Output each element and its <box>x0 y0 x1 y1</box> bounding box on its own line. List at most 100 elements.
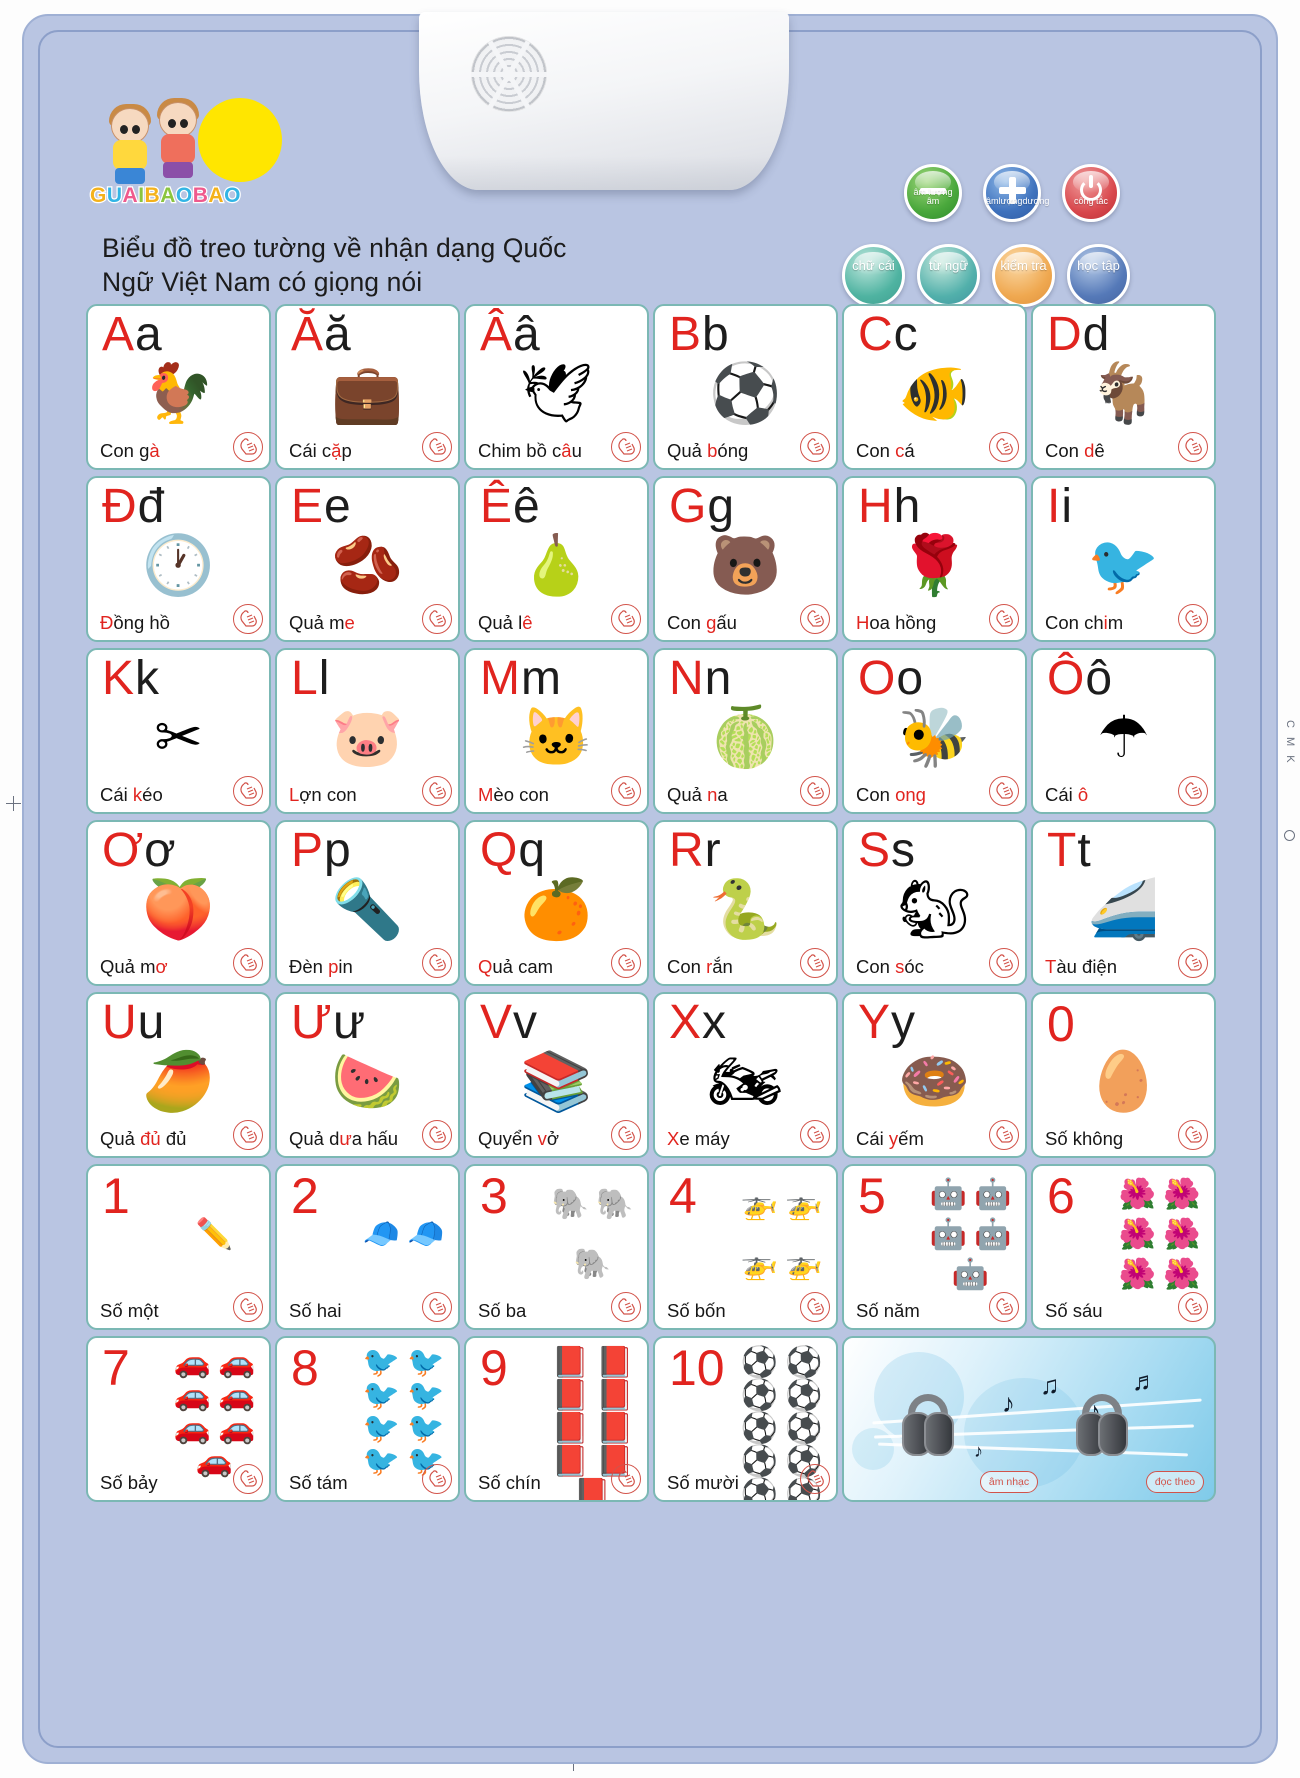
number-card[interactable]: 5 🤖 🤖 🤖 🤖 🤖 Số năm <box>842 1164 1027 1330</box>
number-card[interactable]: 9 📕 📕 📕 📕 📕 📕 📕 📕 📕 Số chín <box>464 1336 649 1502</box>
number-card[interactable]: 6 🌺 🌺 🌺 🌺 🌺 🌺 Số sáu <box>1031 1164 1216 1330</box>
card-number: 6 <box>1047 1168 1075 1224</box>
hand-touch-icon[interactable] <box>1178 1292 1208 1322</box>
hand-touch-icon[interactable] <box>989 604 1019 634</box>
letter-card[interactable]: Bb ⚽ Quả bóng <box>653 304 838 470</box>
letter-card[interactable]: Gg 🐻 Con gấu <box>653 476 838 642</box>
logo-wordmark: GUAIBAOBAO <box>89 183 242 209</box>
hand-touch-icon[interactable] <box>989 948 1019 978</box>
letter-card[interactable]: Ii 🐦 Con chim <box>1031 476 1216 642</box>
hand-touch-icon[interactable] <box>1178 604 1208 634</box>
hand-touch-icon[interactable] <box>1178 432 1208 462</box>
number-card[interactable]: 8 🐦 🐦 🐦 🐦 🐦 🐦 🐦 🐦 Số tám <box>275 1336 460 1502</box>
hand-touch-icon[interactable] <box>611 604 641 634</box>
hand-touch-icon[interactable] <box>422 1464 452 1494</box>
hand-touch-icon[interactable] <box>422 776 452 806</box>
letter-card[interactable]: Tt 🚄 Tàu điện <box>1031 820 1216 986</box>
hand-touch-icon[interactable] <box>233 948 263 978</box>
hand-touch-icon[interactable] <box>233 1120 263 1150</box>
hand-touch-icon[interactable] <box>800 948 830 978</box>
picture-goldfish: 🐠 <box>898 361 971 426</box>
letter-card[interactable]: Oo 🐝 Con ong <box>842 648 1027 814</box>
hand-touch-icon[interactable] <box>233 432 263 462</box>
hand-touch-icon[interactable] <box>611 1464 641 1494</box>
letter-card[interactable]: Hh 🌹 Hoa hồng <box>842 476 1027 642</box>
hand-touch-icon[interactable] <box>611 1292 641 1322</box>
mode-button-letters[interactable]: chữ cái <box>842 244 905 307</box>
number-card[interactable]: 10 ⚽ ⚽ ⚽ ⚽ ⚽ ⚽ ⚽ ⚽ ⚽ ⚽ Số mười <box>653 1336 838 1502</box>
volume-up-button[interactable]: âmlượngdương <box>983 164 1049 222</box>
registration-mark-left <box>6 796 21 811</box>
hand-touch-icon[interactable] <box>989 776 1019 806</box>
letter-card[interactable]: Ôô ☂ Cái ô <box>1031 648 1216 814</box>
hand-touch-icon[interactable] <box>611 776 641 806</box>
hand-touch-icon[interactable] <box>989 432 1019 462</box>
hand-touch-icon[interactable] <box>611 1120 641 1150</box>
card-picture: ✏️ <box>160 1174 269 1296</box>
hand-touch-icon[interactable] <box>233 1464 263 1494</box>
letter-card[interactable]: 0 🥚 Số không <box>1031 992 1216 1158</box>
letter-card[interactable]: Ââ 🕊 Chim bồ câu <box>464 304 649 470</box>
hand-touch-icon[interactable] <box>422 1292 452 1322</box>
letter-card[interactable]: Vv 📚 Quyển vở <box>464 992 649 1158</box>
letter-card[interactable]: Dd 🐐 Con dê <box>1031 304 1216 470</box>
hand-touch-icon[interactable] <box>611 948 641 978</box>
mode-button-study[interactable]: học tập <box>1067 244 1130 307</box>
count-glyph: 🌺 <box>1118 1177 1156 1211</box>
hand-touch-icon[interactable] <box>233 604 263 634</box>
hand-touch-icon[interactable] <box>1178 1120 1208 1150</box>
letter-card[interactable]: Ll 🐷 Lợn con <box>275 648 460 814</box>
number-card[interactable]: 2 🧢 🧢 Số hai <box>275 1164 460 1330</box>
hand-touch-icon[interactable] <box>233 1292 263 1322</box>
hand-touch-icon[interactable] <box>422 604 452 634</box>
music-mode-label[interactable]: âm nhạc <box>980 1471 1038 1493</box>
number-card[interactable]: 7 🚗 🚗 🚗 🚗 🚗 🚗 🚗 Số bảy <box>86 1336 271 1502</box>
number-card[interactable]: 4 🚁 🚁 🚁 🚁 Số bốn <box>653 1164 838 1330</box>
letter-card[interactable]: Nn 🍈 Quả na <box>653 648 838 814</box>
letter-card[interactable]: Cc 🐠 Con cá <box>842 304 1027 470</box>
letter-card[interactable]: Xx 🏍 Xe máy <box>653 992 838 1158</box>
number-card[interactable]: 1 ✏️ Số một <box>86 1164 271 1330</box>
letter-card[interactable]: Đđ 🕐 Đồng hồ <box>86 476 271 642</box>
letter-card[interactable]: Pp 🔦 Đèn pin <box>275 820 460 986</box>
letter-card[interactable]: Kk ✂ Cái kéo <box>86 648 271 814</box>
hand-touch-icon[interactable] <box>989 1120 1019 1150</box>
letter-card[interactable]: Qq 🍊 Quả cam <box>464 820 649 986</box>
volume-down-button[interactable]: âm lượng âm <box>904 164 962 222</box>
letter-card[interactable]: Ss 🐿 Con sóc <box>842 820 1027 986</box>
letter-card[interactable]: Êê 🍐 Quả lê <box>464 476 649 642</box>
letter-card[interactable]: Mm 🐱 Mèo con <box>464 648 649 814</box>
card-picture: 🧢 🧢 <box>349 1174 458 1296</box>
hand-touch-icon[interactable] <box>800 1292 830 1322</box>
number-card[interactable]: 3 🐘 🐘 🐘 Số ba <box>464 1164 649 1330</box>
hand-touch-icon[interactable] <box>422 948 452 978</box>
letter-card[interactable]: Ưư 🍉 Quả dưa hấu <box>275 992 460 1158</box>
letter-card[interactable]: Rr 🐍 Con rắn <box>653 820 838 986</box>
letter-card[interactable]: Ăă 💼 Cái cặp <box>275 304 460 470</box>
hand-touch-icon[interactable] <box>800 776 830 806</box>
letter-card[interactable]: Uu 🥭 Quả đủ đủ <box>86 992 271 1158</box>
hand-touch-icon[interactable] <box>989 1292 1019 1322</box>
card-number: 9 <box>480 1340 508 1396</box>
hand-touch-icon[interactable] <box>422 1120 452 1150</box>
hand-touch-icon[interactable] <box>233 776 263 806</box>
letter-card[interactable]: Ee 🫘 Quả me <box>275 476 460 642</box>
readalong-mode-label[interactable]: đọc theo <box>1146 1471 1204 1493</box>
hand-touch-icon[interactable] <box>800 432 830 462</box>
power-button[interactable]: công tắc <box>1062 164 1120 222</box>
mode-button-test[interactable]: kiểm tra <box>992 244 1055 307</box>
music-card[interactable]: ♪ ♫ ♪ ♬ ♪ âm nhạc đọc theo <box>842 1336 1216 1502</box>
hand-touch-icon[interactable] <box>800 1464 830 1494</box>
hand-touch-icon[interactable] <box>611 432 641 462</box>
hand-touch-icon[interactable] <box>800 604 830 634</box>
hand-touch-icon[interactable] <box>1178 948 1208 978</box>
picture-bib: 🍩 <box>898 1049 971 1114</box>
letter-card[interactable]: Aa 🐓 Con gà <box>86 304 271 470</box>
volume-down-label: âm lượng âm <box>913 187 953 206</box>
hand-touch-icon[interactable] <box>1178 776 1208 806</box>
letter-card[interactable]: Ơơ 🍑 Quả mơ <box>86 820 271 986</box>
mode-button-words[interactable]: từ ngữ <box>917 244 980 307</box>
hand-touch-icon[interactable] <box>800 1120 830 1150</box>
hand-touch-icon[interactable] <box>422 432 452 462</box>
letter-card[interactable]: Yy 🍩 Cái yếm <box>842 992 1027 1158</box>
